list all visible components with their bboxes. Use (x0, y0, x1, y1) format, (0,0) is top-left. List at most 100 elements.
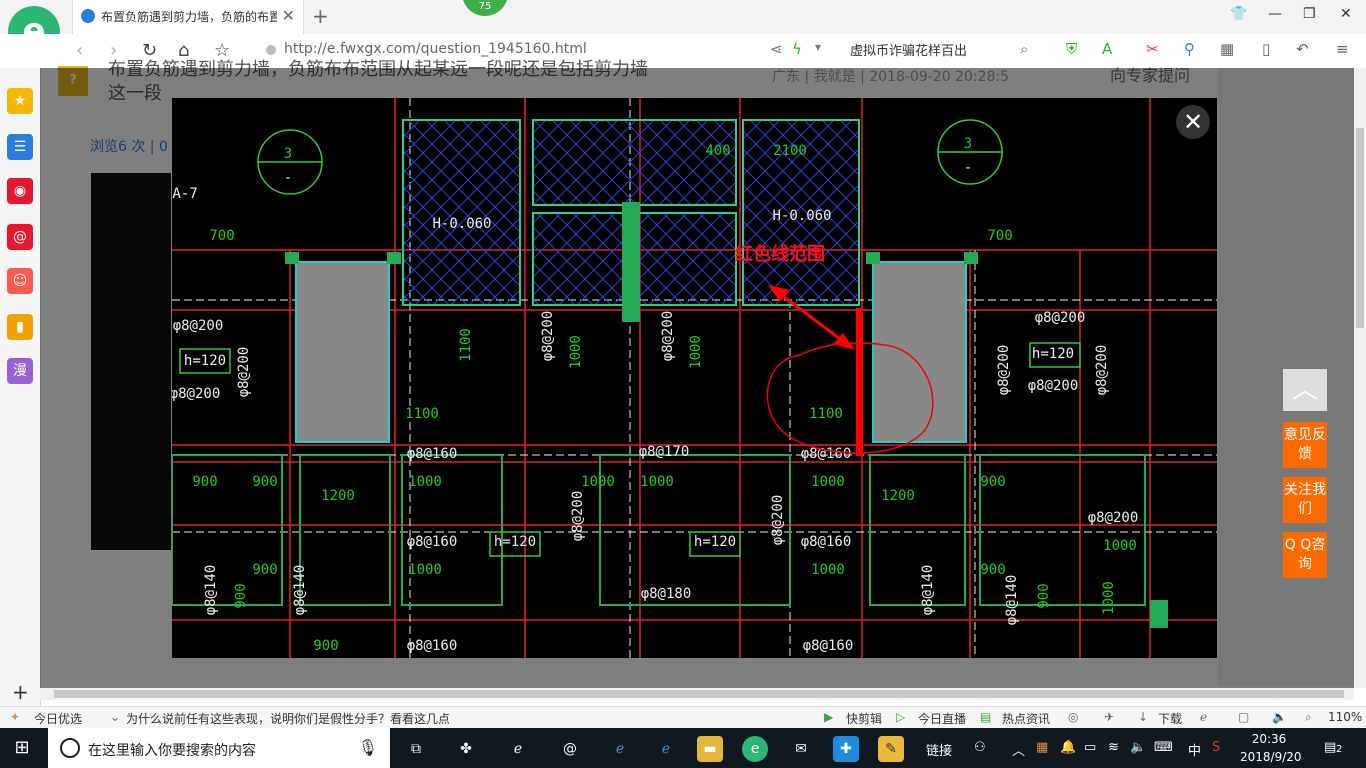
lightning-icon[interactable]: ϟ (792, 40, 802, 58)
cad-label: φ8@200 (173, 318, 224, 334)
quick-clip-link[interactable]: 快剪辑 (846, 710, 882, 727)
cad-label: h=120 (184, 353, 226, 369)
file-explorer-icon[interactable]: ▬ (697, 736, 723, 762)
browser-tab[interactable]: 布置负筋遇到剪力墙，负筋的布置... ✕ (72, 0, 304, 34)
sogou-icon[interactable]: S (1212, 740, 1220, 755)
cad-label: 900 (980, 562, 1005, 578)
tab-close-icon[interactable]: ✕ (282, 6, 295, 25)
new-tab-button[interactable]: + (312, 4, 329, 28)
magnifier-icon[interactable]: ⚲ (1184, 40, 1195, 58)
links-toolbar[interactable]: 链接 (926, 740, 952, 759)
news-ticker-link[interactable]: 为什么说前任有这些表现，说明你们是假性分手？看看这几点 (126, 710, 450, 727)
cortana-icon[interactable] (60, 738, 80, 758)
task-view-icon[interactable]: ⧉ (403, 736, 429, 762)
gift-icon[interactable]: ✦ (10, 710, 20, 724)
app-spiral-icon[interactable]: @ (557, 736, 583, 762)
cad-label-vertical: φ8@200 (770, 495, 786, 546)
people-icon[interactable]: ⚇ (974, 740, 986, 755)
favorites-star-icon[interactable]: ★ (7, 88, 33, 114)
horizontal-scrollbar[interactable] (40, 688, 1354, 700)
download-icon: ↓ (1138, 710, 1149, 724)
back-to-top-button[interactable]: ︿ (1283, 369, 1327, 411)
feedback-button[interactable]: 意见反馈 (1283, 422, 1327, 468)
menu-icon[interactable]: ≡ (1336, 40, 1349, 58)
back-icon[interactable]: ‹ (76, 40, 83, 61)
cad-label: 1000 (581, 474, 615, 490)
tray-app-icon[interactable]: ▦ (1036, 740, 1048, 755)
game-icon[interactable]: ☺ (7, 268, 33, 294)
system-clock[interactable]: 20:36 2018/9/20 (1240, 730, 1302, 766)
ie-icon[interactable]: ℯ (505, 736, 531, 762)
cad-label: 3 (284, 146, 292, 162)
apps-grid-icon[interactable]: ▦ (1220, 40, 1234, 58)
follow-us-button[interactable]: 关注我们 (1283, 477, 1327, 523)
download-link[interactable]: 下载 (1158, 710, 1182, 727)
search-box[interactable]: 虚拟币诈骗花样百出 (850, 40, 1040, 62)
favicon-icon (81, 9, 95, 23)
edge-icon[interactable]: ℯ (607, 736, 633, 762)
screenshot-scissors-icon[interactable]: ✂ (1146, 40, 1159, 58)
cad-label-vertical: 1000 (688, 335, 704, 369)
wifi-icon[interactable]: ≋ (1108, 740, 1119, 755)
cad-label: φ8@200 (1028, 378, 1079, 394)
cad-label: φ8@160 (407, 534, 458, 550)
cad-label: 900 (313, 638, 338, 654)
volume-icon[interactable]: 🔈 (1272, 710, 1287, 724)
notification-count: 2 (1336, 744, 1343, 755)
vertical-scrollbar[interactable] (1354, 68, 1366, 688)
pin-icon[interactable]: ✈ (1104, 710, 1114, 724)
cad-label-vertical: φ8@200 (540, 311, 556, 362)
ie-mode-icon[interactable]: ℯ (1200, 710, 1207, 724)
maximize-icon[interactable]: ❐ (1303, 6, 1316, 22)
url-host: http://e.fwxgx.com (284, 41, 416, 57)
minimize-icon[interactable]: — (1268, 6, 1282, 22)
phone-icon[interactable]: ▯ (1262, 40, 1270, 58)
clip-icon: ▶ (824, 710, 834, 724)
cad-label: 1000 (811, 562, 845, 578)
window-close-icon[interactable]: ✕ (1340, 6, 1352, 22)
share-icon[interactable]: ⋖ (770, 40, 783, 58)
internet-explorer-icon[interactable]: ℯ (653, 736, 679, 762)
volume-tray-icon[interactable]: 🔈 (1130, 740, 1146, 755)
security-shield-icon[interactable]: ⛨ (1066, 40, 1077, 58)
book-icon[interactable]: ▮ (7, 314, 33, 340)
today-picks-link[interactable]: 今日优选 (34, 710, 82, 727)
weibo-icon[interactable]: ◉ (7, 178, 33, 204)
keyboard-icon[interactable]: ⌨ (1154, 740, 1173, 755)
search-icon[interactable]: ⌕ (1020, 40, 1028, 58)
fan-app-icon[interactable]: ✤ (453, 736, 479, 762)
page-info-icon[interactable] (266, 45, 276, 55)
restore-icon[interactable]: 👕 (1230, 6, 1247, 22)
scroll-thumb[interactable] (54, 690, 1344, 698)
zoom-level[interactable]: 110% (1328, 710, 1362, 724)
hot-news-link[interactable]: 热点资讯 (1002, 710, 1050, 727)
battery-icon[interactable]: ▭ (1084, 740, 1096, 755)
windows-start-icon[interactable]: ⊞ (0, 728, 44, 768)
lightbox-close-button[interactable]: ✕ (1176, 105, 1210, 139)
mail-icon[interactable]: @ (7, 224, 33, 250)
window-icon[interactable]: ▢ (1238, 710, 1249, 724)
taskbar-search-box[interactable]: 在这里输入你要搜索的内容 🎙 (48, 728, 390, 768)
notes-app-icon[interactable]: ✎ (878, 736, 904, 762)
microphone-icon[interactable]: 🎙 (358, 738, 378, 757)
undo-icon[interactable]: ↶ (1296, 40, 1309, 58)
notification-bell-icon[interactable]: 🔔 (1060, 740, 1076, 755)
action-center-icon[interactable]: ▤ (1324, 740, 1336, 755)
mail-app-icon[interactable]: ✉ (788, 736, 814, 762)
tray-expand-icon[interactable]: ︿ (1012, 740, 1025, 759)
reading-list-icon[interactable]: ☰ (7, 134, 33, 160)
dropdown-icon[interactable]: ▾ (815, 40, 821, 54)
ime-indicator[interactable]: 中 (1188, 740, 1201, 759)
comic-icon[interactable]: 漫 (7, 358, 33, 384)
tab-title: 布置负筋遇到剪力墙，负筋的布置... (101, 10, 277, 24)
translate-icon[interactable]: A (1102, 40, 1112, 58)
qq-consult-button[interactable]: Q Q咨询 (1283, 532, 1327, 578)
cad-label: h=120 (694, 534, 736, 550)
live-link[interactable]: 今日直播 (918, 710, 966, 727)
cad-label: H-0.060 (432, 216, 491, 232)
browser-icon[interactable]: ◎ (1068, 710, 1078, 724)
scroll-thumb[interactable] (1356, 128, 1364, 328)
add-sidebar-button[interactable]: + (12, 680, 29, 704)
pinned-app-icon[interactable]: ✚ (833, 736, 859, 762)
active-browser-icon[interactable]: e (742, 736, 768, 762)
